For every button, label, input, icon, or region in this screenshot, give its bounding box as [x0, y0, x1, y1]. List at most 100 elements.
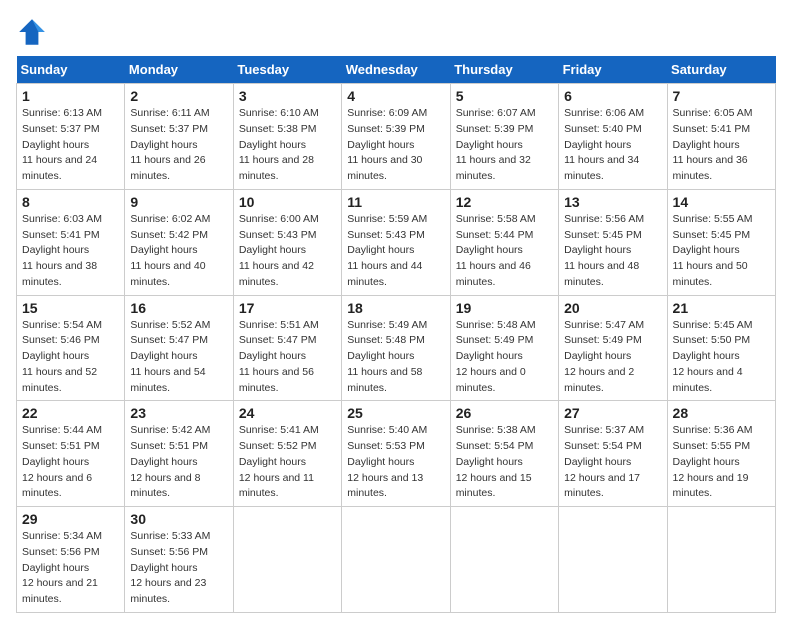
calendar-cell: 6 Sunrise: 6:06 AMSunset: 5:40 PMDaylight…	[559, 84, 667, 190]
day-info: Sunrise: 5:51 AMSunset: 5:47 PMDaylight …	[239, 318, 336, 397]
day-info: Sunrise: 6:06 AMSunset: 5:40 PMDaylight …	[564, 106, 661, 185]
day-info: Sunrise: 5:33 AMSunset: 5:56 PMDaylight …	[130, 529, 227, 608]
calendar-cell	[559, 507, 667, 613]
day-info: Sunrise: 5:34 AMSunset: 5:56 PMDaylight …	[22, 529, 119, 608]
week-row-2: 8Sunrise: 6:03 AMSunset: 5:41 PMDaylight…	[17, 189, 776, 295]
calendar-cell: 4 Sunrise: 6:09 AMSunset: 5:39 PMDaylight…	[342, 84, 450, 190]
calendar-cell: 7 Sunrise: 6:05 AMSunset: 5:41 PMDaylight…	[667, 84, 775, 190]
weekday-header-sunday: Sunday	[17, 56, 125, 84]
weekday-header-thursday: Thursday	[450, 56, 558, 84]
page-header	[16, 16, 776, 48]
day-number: 20	[564, 300, 661, 316]
day-info: Sunrise: 5:45 AMSunset: 5:50 PMDaylight …	[673, 318, 770, 397]
calendar-cell	[667, 507, 775, 613]
day-number: 1	[22, 88, 119, 104]
day-info: Sunrise: 6:00 AMSunset: 5:43 PMDaylight …	[239, 212, 336, 291]
day-info: Sunrise: 5:48 AMSunset: 5:49 PMDaylight …	[456, 318, 553, 397]
week-row-4: 22 Sunrise: 5:44 AMSunset: 5:51 PMDayligh…	[17, 401, 776, 507]
calendar-cell: 21 Sunrise: 5:45 AMSunset: 5:50 PMDayligh…	[667, 295, 775, 401]
calendar-cell: 14Sunrise: 5:55 AMSunset: 5:45 PMDayligh…	[667, 189, 775, 295]
day-info: Sunrise: 5:40 AMSunset: 5:53 PMDaylight …	[347, 423, 444, 502]
calendar-cell: 27 Sunrise: 5:37 AMSunset: 5:54 PMDayligh…	[559, 401, 667, 507]
day-number: 12	[456, 194, 553, 210]
calendar-cell: 2 Sunrise: 6:11 AMSunset: 5:37 PMDaylight…	[125, 84, 233, 190]
day-number: 10	[239, 194, 336, 210]
calendar-cell: 17Sunrise: 5:51 AMSunset: 5:47 PMDayligh…	[233, 295, 341, 401]
day-number: 11	[347, 194, 444, 210]
calendar-cell: 13 Sunrise: 5:56 AMSunset: 5:45 PMDayligh…	[559, 189, 667, 295]
calendar-cell: 26 Sunrise: 5:38 AMSunset: 5:54 PMDayligh…	[450, 401, 558, 507]
day-info: Sunrise: 5:38 AMSunset: 5:54 PMDaylight …	[456, 423, 553, 502]
calendar-cell: 3 Sunrise: 6:10 AMSunset: 5:38 PMDaylight…	[233, 84, 341, 190]
calendar-cell: 15Sunrise: 5:54 AMSunset: 5:46 PMDayligh…	[17, 295, 125, 401]
calendar-cell: 25 Sunrise: 5:40 AMSunset: 5:53 PMDayligh…	[342, 401, 450, 507]
day-info: Sunrise: 5:44 AMSunset: 5:51 PMDaylight …	[22, 423, 119, 502]
day-info: Sunrise: 6:02 AMSunset: 5:42 PMDaylight …	[130, 212, 227, 291]
day-number: 8	[22, 194, 119, 210]
day-number: 3	[239, 88, 336, 104]
day-info: Sunrise: 6:10 AMSunset: 5:38 PMDaylight …	[239, 106, 336, 185]
calendar-cell: 12Sunrise: 5:58 AMSunset: 5:44 PMDayligh…	[450, 189, 558, 295]
day-number: 6	[564, 88, 661, 104]
week-row-3: 15Sunrise: 5:54 AMSunset: 5:46 PMDayligh…	[17, 295, 776, 401]
calendar-cell: 24 Sunrise: 5:41 AMSunset: 5:52 PMDayligh…	[233, 401, 341, 507]
weekday-header-friday: Friday	[559, 56, 667, 84]
day-info: Sunrise: 5:42 AMSunset: 5:51 PMDaylight …	[130, 423, 227, 502]
day-number: 28	[673, 405, 770, 421]
day-number: 13	[564, 194, 661, 210]
logo	[16, 16, 52, 48]
day-number: 5	[456, 88, 553, 104]
day-info: Sunrise: 5:59 AMSunset: 5:43 PMDaylight …	[347, 212, 444, 291]
calendar-cell: 10 Sunrise: 6:00 AMSunset: 5:43 PMDayligh…	[233, 189, 341, 295]
calendar-cell: 5 Sunrise: 6:07 AMSunset: 5:39 PMDaylight…	[450, 84, 558, 190]
day-number: 16	[130, 300, 227, 316]
day-number: 9	[130, 194, 227, 210]
day-number: 2	[130, 88, 227, 104]
day-info: Sunrise: 5:47 AMSunset: 5:49 PMDaylight …	[564, 318, 661, 397]
calendar-cell: 30 Sunrise: 5:33 AMSunset: 5:56 PMDayligh…	[125, 507, 233, 613]
weekday-header-row: SundayMondayTuesdayWednesdayThursdayFrid…	[17, 56, 776, 84]
calendar-cell: 8Sunrise: 6:03 AMSunset: 5:41 PMDaylight…	[17, 189, 125, 295]
day-number: 30	[130, 511, 227, 527]
calendar-cell: 18Sunrise: 5:49 AMSunset: 5:48 PMDayligh…	[342, 295, 450, 401]
calendar-cell: 9 Sunrise: 6:02 AMSunset: 5:42 PMDaylight…	[125, 189, 233, 295]
calendar-cell	[342, 507, 450, 613]
calendar-cell: 20 Sunrise: 5:47 AMSunset: 5:49 PMDayligh…	[559, 295, 667, 401]
day-number: 22	[22, 405, 119, 421]
weekday-header-wednesday: Wednesday	[342, 56, 450, 84]
day-info: Sunrise: 5:49 AMSunset: 5:48 PMDaylight …	[347, 318, 444, 397]
calendar-cell: 23 Sunrise: 5:42 AMSunset: 5:51 PMDayligh…	[125, 401, 233, 507]
logo-icon	[16, 16, 48, 48]
day-info: Sunrise: 5:52 AMSunset: 5:47 PMDaylight …	[130, 318, 227, 397]
day-info: Sunrise: 5:41 AMSunset: 5:52 PMDaylight …	[239, 423, 336, 502]
day-info: Sunrise: 6:11 AMSunset: 5:37 PMDaylight …	[130, 106, 227, 185]
day-info: Sunrise: 6:07 AMSunset: 5:39 PMDaylight …	[456, 106, 553, 185]
day-info: Sunrise: 6:13 AMSunset: 5:37 PMDaylight …	[22, 106, 119, 185]
weekday-header-monday: Monday	[125, 56, 233, 84]
calendar-cell: 19Sunrise: 5:48 AMSunset: 5:49 PMDayligh…	[450, 295, 558, 401]
calendar-cell: 16 Sunrise: 5:52 AMSunset: 5:47 PMDayligh…	[125, 295, 233, 401]
day-number: 21	[673, 300, 770, 316]
day-info: Sunrise: 5:37 AMSunset: 5:54 PMDaylight …	[564, 423, 661, 502]
calendar-table: SundayMondayTuesdayWednesdayThursdayFrid…	[16, 56, 776, 613]
day-number: 24	[239, 405, 336, 421]
day-number: 27	[564, 405, 661, 421]
calendar-cell	[450, 507, 558, 613]
day-number: 7	[673, 88, 770, 104]
day-info: Sunrise: 6:09 AMSunset: 5:39 PMDaylight …	[347, 106, 444, 185]
day-number: 4	[347, 88, 444, 104]
day-number: 23	[130, 405, 227, 421]
calendar-cell: 22 Sunrise: 5:44 AMSunset: 5:51 PMDayligh…	[17, 401, 125, 507]
calendar-cell: 11 Sunrise: 5:59 AMSunset: 5:43 PMDayligh…	[342, 189, 450, 295]
calendar-cell: 1 Sunrise: 6:13 AMSunset: 5:37 PMDaylight…	[17, 84, 125, 190]
day-info: Sunrise: 5:56 AMSunset: 5:45 PMDaylight …	[564, 212, 661, 291]
day-info: Sunrise: 6:05 AMSunset: 5:41 PMDaylight …	[673, 106, 770, 185]
day-info: Sunrise: 5:36 AMSunset: 5:55 PMDaylight …	[673, 423, 770, 502]
day-number: 26	[456, 405, 553, 421]
weekday-header-saturday: Saturday	[667, 56, 775, 84]
day-info: Sunrise: 5:54 AMSunset: 5:46 PMDaylight …	[22, 318, 119, 397]
day-number: 25	[347, 405, 444, 421]
day-number: 29	[22, 511, 119, 527]
calendar-cell	[233, 507, 341, 613]
calendar-cell: 28 Sunrise: 5:36 AMSunset: 5:55 PMDayligh…	[667, 401, 775, 507]
